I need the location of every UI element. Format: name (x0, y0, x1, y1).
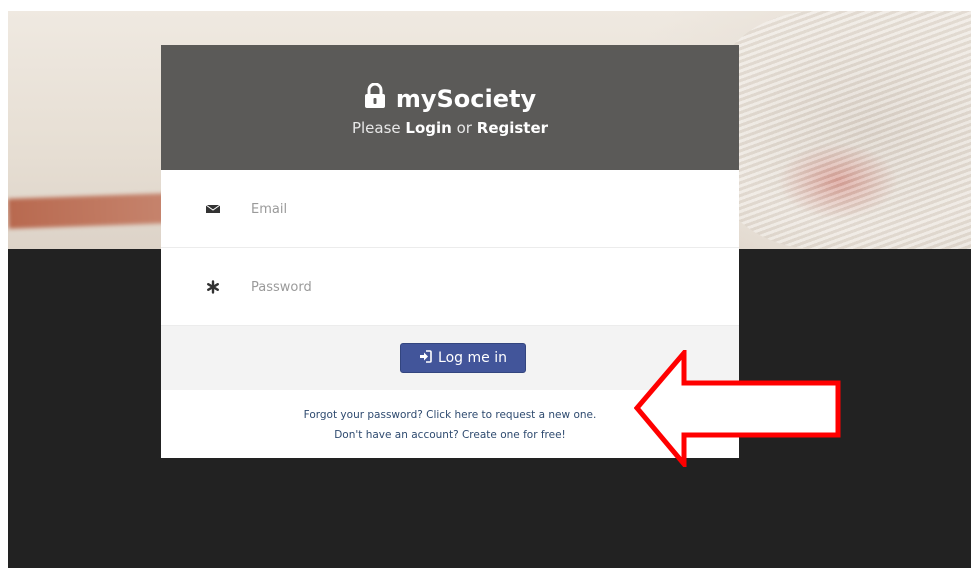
sign-in-icon (419, 349, 432, 367)
login-label: Login (405, 119, 452, 137)
register-link[interactable]: Register (477, 119, 548, 137)
envelope-icon (205, 201, 221, 215)
lock-icon (364, 82, 386, 115)
background-fur-texture (708, 11, 971, 249)
email-input[interactable] (249, 196, 693, 222)
login-subtitle: Please Login or Register (161, 119, 739, 137)
brand-name: mySociety (395, 85, 537, 113)
annotation-arrow-icon (634, 350, 841, 467)
log-me-in-button[interactable]: Log me in (400, 343, 526, 373)
email-field (161, 170, 739, 248)
password-field (161, 248, 739, 326)
subtitle-prefix: Please (351, 119, 401, 137)
brand: mySociety (161, 82, 739, 115)
log-me-in-label: Log me in (438, 350, 507, 366)
password-input[interactable] (249, 274, 693, 300)
subtitle-or: or (456, 119, 472, 137)
asterisk-icon (206, 279, 220, 294)
login-card-header: mySociety Please Login or Register (161, 45, 739, 170)
